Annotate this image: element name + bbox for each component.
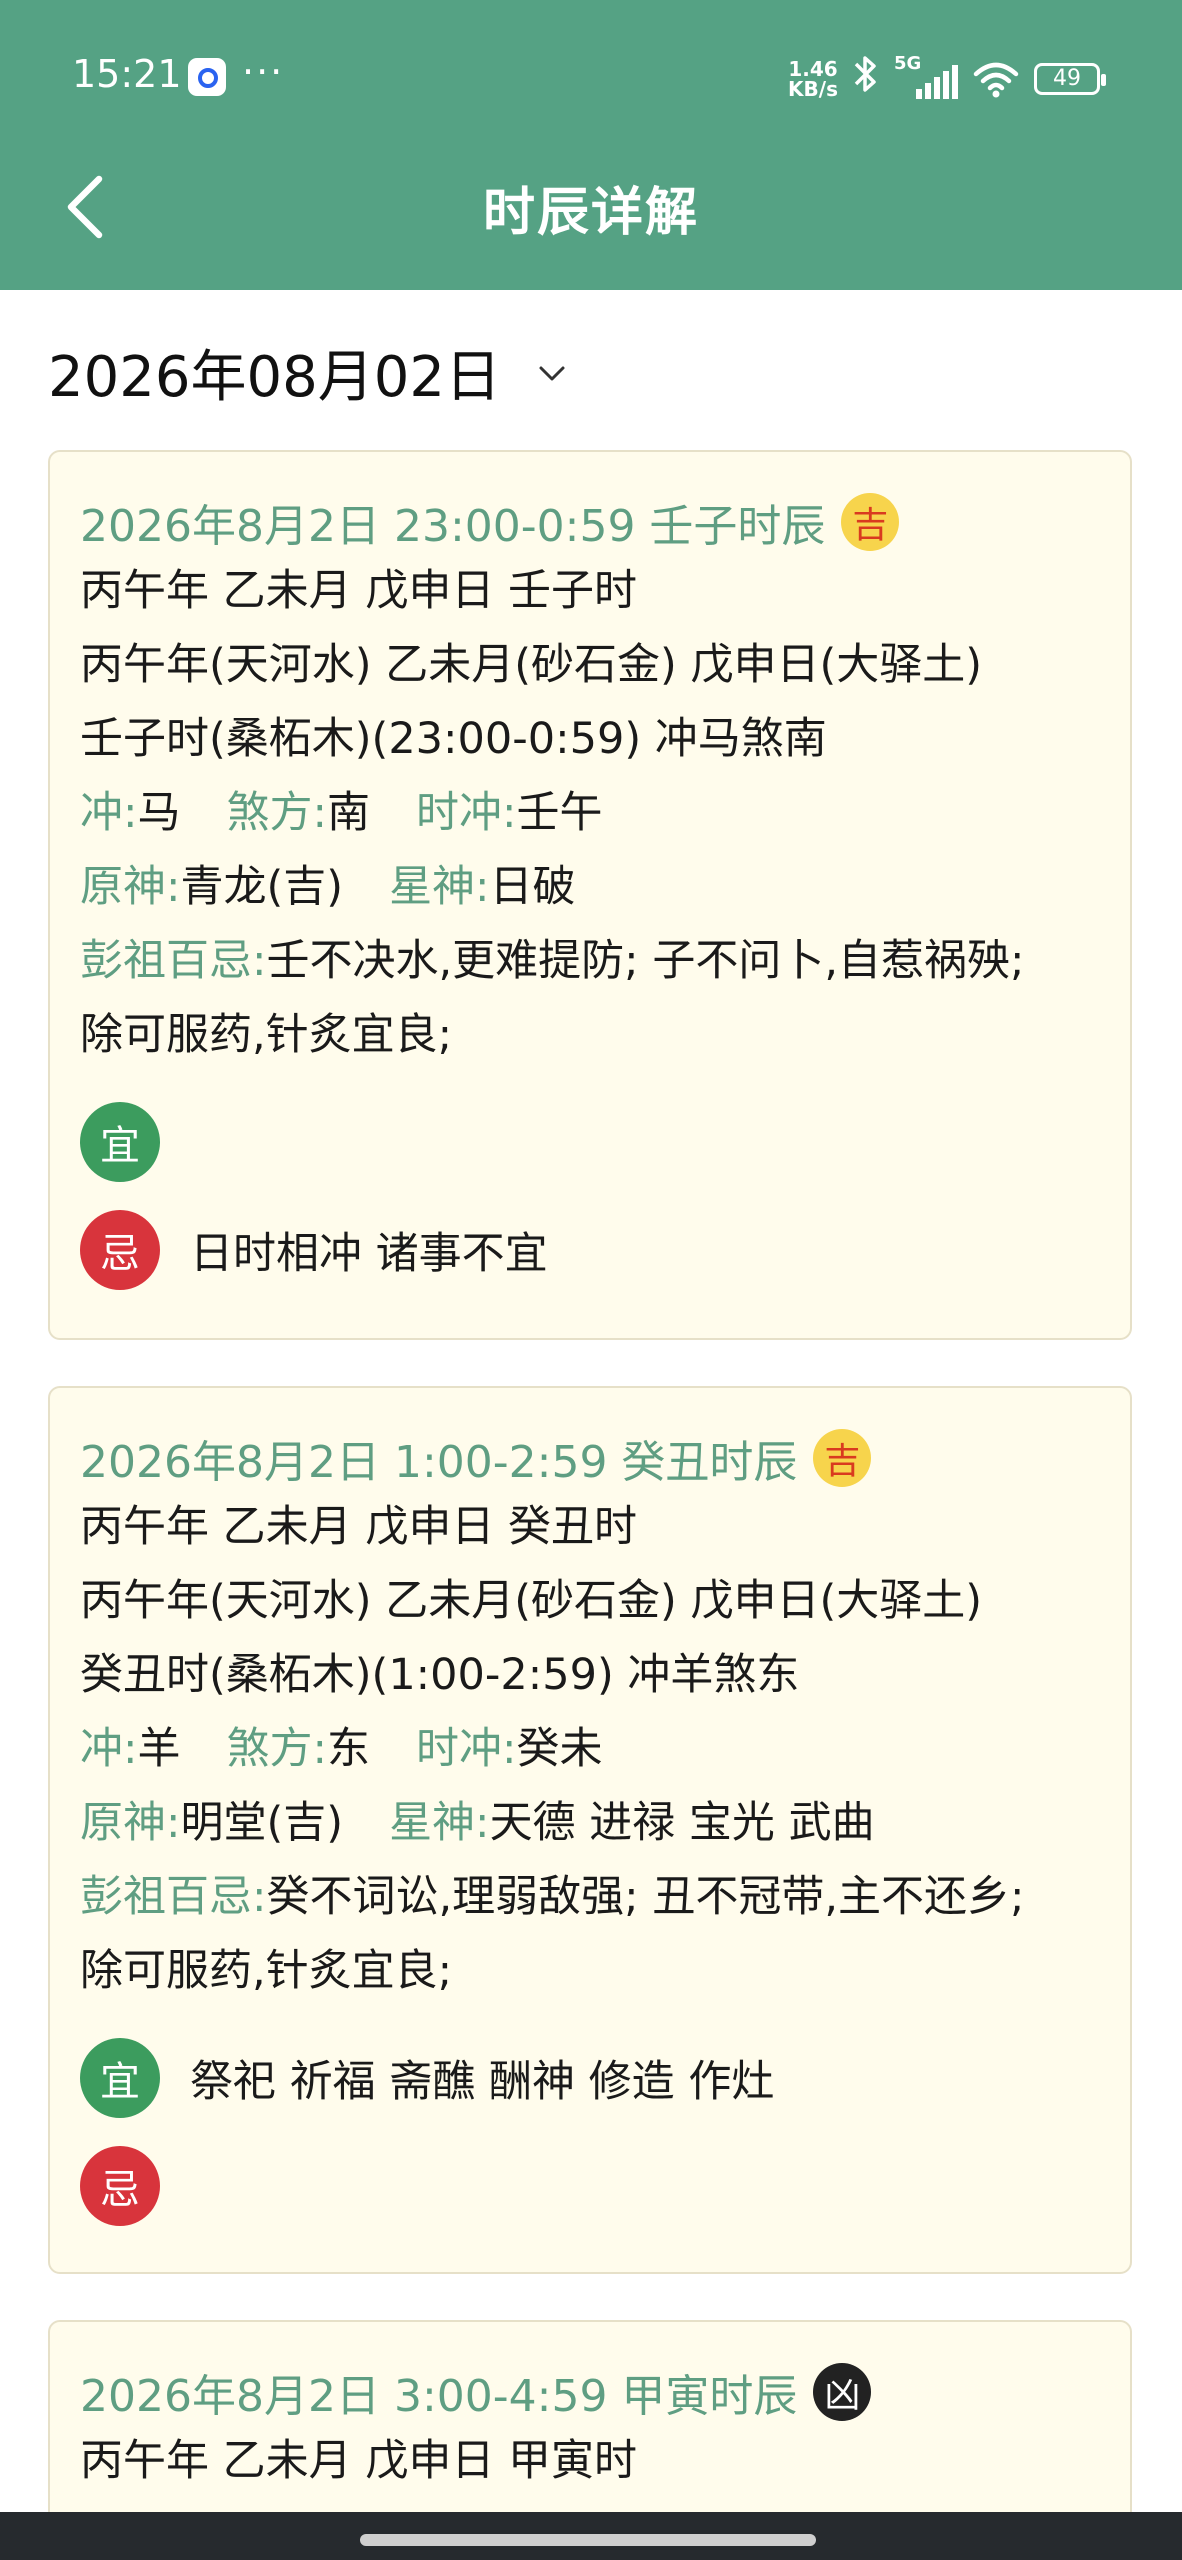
app-header: 15:21 ··· 1.46 KB/s 5G 49 时辰详解 xyxy=(0,0,1182,290)
chong-sha-line: 冲:马 煞方:南 时冲:壬午 xyxy=(80,788,603,838)
yi-row: 宜 xyxy=(80,1102,1130,1182)
ganzhi-line: 丙午年 乙未月 戊申日 壬子时 xyxy=(80,566,638,616)
shichen-card: 2026年8月2日 1:00-2:59 癸丑时辰 吉 丙午年 乙未月 戊申日 癸… xyxy=(48,1386,1132,2274)
cellular-signal-icon: 5G xyxy=(894,53,958,101)
status-icons: 1.46 KB/s 5G 49 xyxy=(788,53,1106,103)
status-time: 15:21 xyxy=(72,52,182,96)
chong-sha-line: 冲:羊 煞方:东 时冲:癸未 xyxy=(80,1724,603,1774)
card-title: 2026年8月2日 1:00-2:59 癸丑时辰 吉 xyxy=(80,1426,1130,1490)
pengzu-line-2: 除可服药,针炙宜良; xyxy=(80,1010,453,1060)
card-title: 2026年8月2日 3:00-4:59 甲寅时辰 凶 xyxy=(80,2360,1130,2424)
shen-line: 原神:青龙(吉) 星神:日破 xyxy=(80,862,576,912)
shichen-card: 2026年8月2日 23:00-0:59 壬子时辰 吉 丙午年 乙未月 戊申日 … xyxy=(48,450,1132,1340)
bluetooth-icon xyxy=(852,54,880,103)
shichen-line: 癸丑时(桑柘木)(1:00-2:59) 冲羊煞东 xyxy=(80,1650,800,1700)
ji-text: 日时相冲 诸事不宜 xyxy=(190,1229,548,1279)
luck-badge: 吉 xyxy=(813,1429,872,1487)
shichen-line: 壬子时(桑柘木)(23:00-0:59) 冲马煞南 xyxy=(80,714,827,764)
date-selector[interactable]: 2026年08月02日 xyxy=(48,332,567,413)
ganzhi-line: 丙午年 乙未月 戊申日 甲寅时 xyxy=(80,2436,638,2486)
shen-line: 原神:明堂(吉) 星神:天德 进禄 宝光 武曲 xyxy=(80,1798,875,1848)
yi-badge: 宜 xyxy=(80,2038,160,2118)
ji-row: 忌 日时相冲 诸事不宜 xyxy=(80,1210,1130,1290)
yi-text: 祭祀 祈福 斋醮 酬神 修造 作灶 xyxy=(190,2057,775,2107)
app-notification-icon xyxy=(188,58,226,96)
card-title: 2026年8月2日 23:00-0:59 壬子时辰 吉 xyxy=(80,490,1130,554)
luck-badge: 吉 xyxy=(841,493,900,551)
ji-row: 忌 xyxy=(80,2146,1130,2226)
wifi-icon xyxy=(973,62,1019,97)
nayin-line: 丙午年(天河水) 乙未月(砂石金) 戊申日(大驿土) xyxy=(80,640,982,690)
yi-badge: 宜 xyxy=(80,1102,160,1182)
chevron-down-icon xyxy=(539,366,565,380)
ganzhi-line: 丙午年 乙未月 戊申日 癸丑时 xyxy=(80,1502,638,1552)
pengzu-line-2: 除可服药,针炙宜良; xyxy=(80,1946,453,1996)
pengzu-line: 彭祖百忌:癸不词讼,理弱敌强; 丑不冠带,主不还乡; xyxy=(80,1872,1025,1922)
luck-badge: 凶 xyxy=(813,2363,872,2421)
ji-badge: 忌 xyxy=(80,2146,160,2226)
home-indicator[interactable] xyxy=(360,2534,816,2546)
network-speed: 1.46 KB/s xyxy=(788,56,838,101)
selected-date: 2026年08月02日 xyxy=(48,345,502,410)
yi-row: 宜 祭祀 祈福 斋醮 酬神 修造 作灶 xyxy=(80,2038,1130,2118)
nayin-line: 丙午年(天河水) 乙未月(砂石金) 戊申日(大驿土) xyxy=(80,1576,982,1626)
pengzu-line: 彭祖百忌:壬不决水,更难提防; 子不问卜,自惹祸殃; xyxy=(80,936,1025,986)
page-title: 时辰详解 xyxy=(482,183,699,243)
more-notifications-icon: ··· xyxy=(242,50,285,94)
ji-badge: 忌 xyxy=(80,1210,160,1290)
battery-icon: 49 xyxy=(1034,62,1106,95)
